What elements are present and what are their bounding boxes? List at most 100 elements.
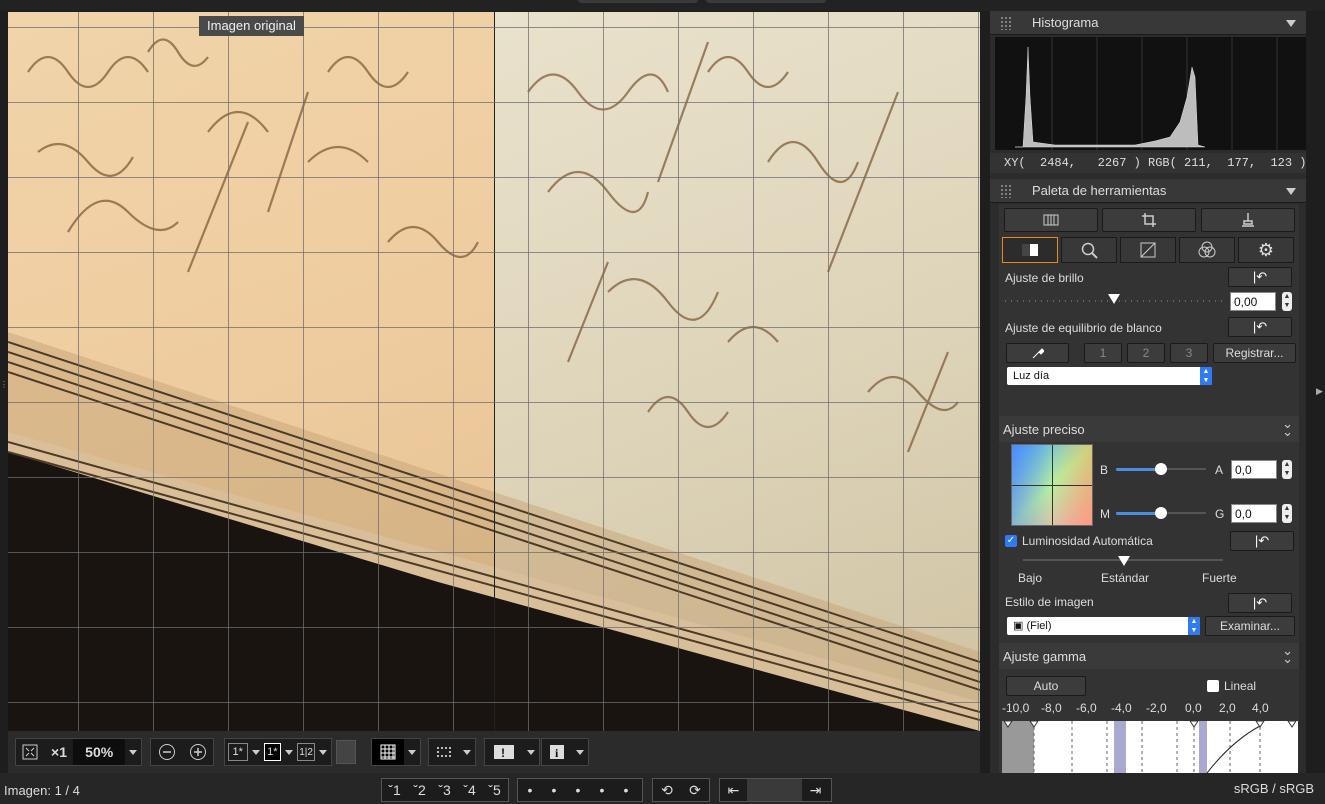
gamma-scale-label: -6,0 bbox=[1076, 701, 1097, 715]
label-dot-5[interactable]: • bbox=[614, 782, 638, 798]
wb-select[interactable]: Luz día ▲ ▼ bbox=[1007, 367, 1212, 385]
original-image-label: Imagen original bbox=[199, 16, 304, 36]
color-shift-grid[interactable] bbox=[1011, 444, 1093, 526]
ba-stepper[interactable]: ▲ ▼ bbox=[1282, 460, 1292, 479]
tab-tone-curve[interactable] bbox=[1120, 237, 1176, 263]
wb-eyedropper-icon[interactable] bbox=[1006, 343, 1069, 363]
brightness-value[interactable]: 0,00 bbox=[1230, 292, 1276, 311]
split-divider[interactable] bbox=[494, 12, 495, 731]
rating-4-button[interactable]: ˇ4 bbox=[457, 782, 482, 798]
right-panel-arrow-icon[interactable]: ▶ bbox=[1316, 386, 1323, 397]
adjust-tool-icon[interactable] bbox=[1004, 208, 1098, 232]
rating-group: ˇ1 ˇ2 ˇ3 ˇ4 ˇ5 bbox=[381, 778, 509, 802]
zoom-in-icon[interactable] bbox=[183, 739, 213, 765]
collapse-chevron-icon[interactable]: ⌄ ⌄ bbox=[1282, 417, 1293, 438]
af-dropdown-icon[interactable] bbox=[463, 749, 471, 755]
a-label: A bbox=[1215, 463, 1224, 477]
zoom-step-group bbox=[150, 738, 214, 766]
label-dot-2[interactable]: • bbox=[542, 782, 566, 798]
gamma-scale: -10,0 -8,0 -6,0 -4,0 -2,0 0,0 2,0 4,0 bbox=[1002, 701, 1298, 717]
mg-slider-handle[interactable] bbox=[1155, 507, 1167, 519]
gamma-header[interactable]: Ajuste gamma ⌄ ⌄ bbox=[999, 643, 1299, 669]
grid-dropdown-icon[interactable] bbox=[408, 749, 416, 755]
tab-color[interactable] bbox=[1179, 237, 1235, 263]
zoom-value[interactable]: 50% bbox=[73, 739, 125, 765]
gamma-scale-label: -4,0 bbox=[1111, 701, 1132, 715]
compare-view-button[interactable]: 1* bbox=[263, 743, 282, 761]
histogram-header[interactable]: Histograma bbox=[990, 11, 1306, 35]
wb-preset-2-button[interactable]: 2 bbox=[1127, 343, 1165, 363]
rotate-left-icon[interactable]: ⟲ bbox=[653, 782, 681, 799]
linear-checkbox[interactable] bbox=[1207, 680, 1219, 692]
gamma-title: Ajuste gamma bbox=[1003, 649, 1087, 664]
compare-view-dropdown-icon[interactable] bbox=[285, 749, 294, 755]
rating-2-button[interactable]: ˇ2 bbox=[407, 782, 432, 798]
ba-slider-handle[interactable] bbox=[1155, 463, 1167, 475]
brightness-stepper[interactable]: ▲ ▼ bbox=[1282, 292, 1292, 311]
brightness-reset-button[interactable]: |↶ bbox=[1228, 267, 1292, 287]
collapse-triangle-icon[interactable] bbox=[1286, 188, 1296, 195]
split-view-dropdown-icon[interactable] bbox=[319, 749, 327, 755]
wb-reset-button[interactable]: |↶ bbox=[1228, 317, 1292, 337]
info-icon[interactable]: i bbox=[542, 739, 572, 765]
zoom-1x-button[interactable]: ×1 bbox=[45, 739, 74, 765]
tab-detail[interactable] bbox=[1061, 237, 1117, 263]
af-points-icon[interactable] bbox=[429, 739, 459, 765]
stamp-tool-icon[interactable] bbox=[1201, 208, 1295, 232]
fine-adjust-title: Ajuste preciso bbox=[1003, 422, 1085, 437]
grip-icon[interactable] bbox=[1000, 16, 1012, 30]
gamma-auto-button[interactable]: Auto bbox=[1006, 676, 1086, 696]
highlight-warning-icon[interactable]: ! bbox=[485, 739, 523, 765]
multi-view-icon[interactable] bbox=[336, 740, 356, 764]
wb-preset-1-button[interactable]: 1 bbox=[1084, 343, 1122, 363]
fine-adjust-header[interactable]: Ajuste preciso ⌄ ⌄ bbox=[999, 416, 1299, 442]
single-view-button[interactable]: 1* bbox=[228, 743, 248, 761]
mg-stepper[interactable]: ▲ ▼ bbox=[1282, 504, 1292, 523]
label-dot-4[interactable]: • bbox=[590, 782, 614, 798]
grid-icon[interactable] bbox=[372, 739, 404, 765]
label-dot-3[interactable]: • bbox=[566, 782, 590, 798]
rotate-right-icon[interactable]: ⟳ bbox=[681, 782, 709, 799]
wb-preset-3-button[interactable]: 3 bbox=[1170, 343, 1208, 363]
tab-basic-adjust[interactable] bbox=[1002, 237, 1058, 263]
image-scrubber[interactable] bbox=[747, 779, 802, 801]
single-view-dropdown-icon[interactable] bbox=[251, 749, 260, 755]
tab-settings[interactable]: ⚙ bbox=[1238, 237, 1294, 263]
auto-lum-checkbox[interactable]: ✓ bbox=[1005, 535, 1017, 547]
browse-button[interactable]: Examinar... bbox=[1205, 616, 1295, 636]
zoom-out-icon[interactable] bbox=[151, 739, 183, 765]
rating-5-button[interactable]: ˇ5 bbox=[482, 782, 507, 798]
mg-value[interactable]: 0,0 bbox=[1231, 504, 1277, 523]
collapse-chevron-icon[interactable]: ⌄ ⌄ bbox=[1282, 644, 1293, 665]
auto-lum-reset-button[interactable]: |↶ bbox=[1230, 531, 1294, 551]
wb-register-button[interactable]: Registrar... bbox=[1213, 343, 1296, 363]
brightness-slider-handle[interactable] bbox=[1108, 294, 1120, 304]
zoom-group: ×1 50% bbox=[15, 738, 142, 766]
image-viewer[interactable] bbox=[8, 12, 980, 731]
collapse-triangle-icon[interactable] bbox=[1286, 20, 1296, 27]
last-image-icon[interactable]: ⇥ bbox=[802, 782, 829, 799]
zoom-dropdown-icon[interactable] bbox=[129, 749, 137, 755]
ba-value[interactable]: 0,0 bbox=[1231, 460, 1277, 479]
image-style-reset-button[interactable]: |↶ bbox=[1228, 593, 1292, 613]
left-panel-handle[interactable]: ⋮ bbox=[0, 380, 8, 404]
tool-palette-title: Paleta de herramientas bbox=[1032, 183, 1167, 198]
image-style-select[interactable]: ▣ (Fiel) ▲ ▼ bbox=[1007, 617, 1200, 635]
highlight-dropdown-icon[interactable] bbox=[527, 749, 535, 755]
color-profile: sRGB / sRGB bbox=[1233, 781, 1314, 796]
first-image-icon[interactable]: ⇤ bbox=[720, 782, 747, 799]
gamma-graph[interactable] bbox=[1002, 720, 1298, 774]
grip-icon[interactable] bbox=[1000, 184, 1012, 198]
tool-palette-header[interactable]: Paleta de herramientas bbox=[990, 179, 1306, 203]
auto-lum-slider-handle[interactable] bbox=[1118, 556, 1130, 566]
m-label: M bbox=[1100, 507, 1110, 521]
top-tab-2[interactable] bbox=[706, 0, 826, 3]
crop-tool-icon[interactable] bbox=[1102, 208, 1196, 232]
top-tab-1[interactable] bbox=[578, 0, 698, 3]
rating-3-button[interactable]: ˇ3 bbox=[432, 782, 457, 798]
split-view-button[interactable]: 1|2 bbox=[297, 743, 315, 761]
label-dot-1[interactable]: • bbox=[518, 782, 542, 798]
info-dropdown-icon[interactable] bbox=[576, 749, 584, 755]
rating-1-button[interactable]: ˇ1 bbox=[382, 782, 407, 798]
fit-screen-icon[interactable] bbox=[16, 739, 45, 765]
